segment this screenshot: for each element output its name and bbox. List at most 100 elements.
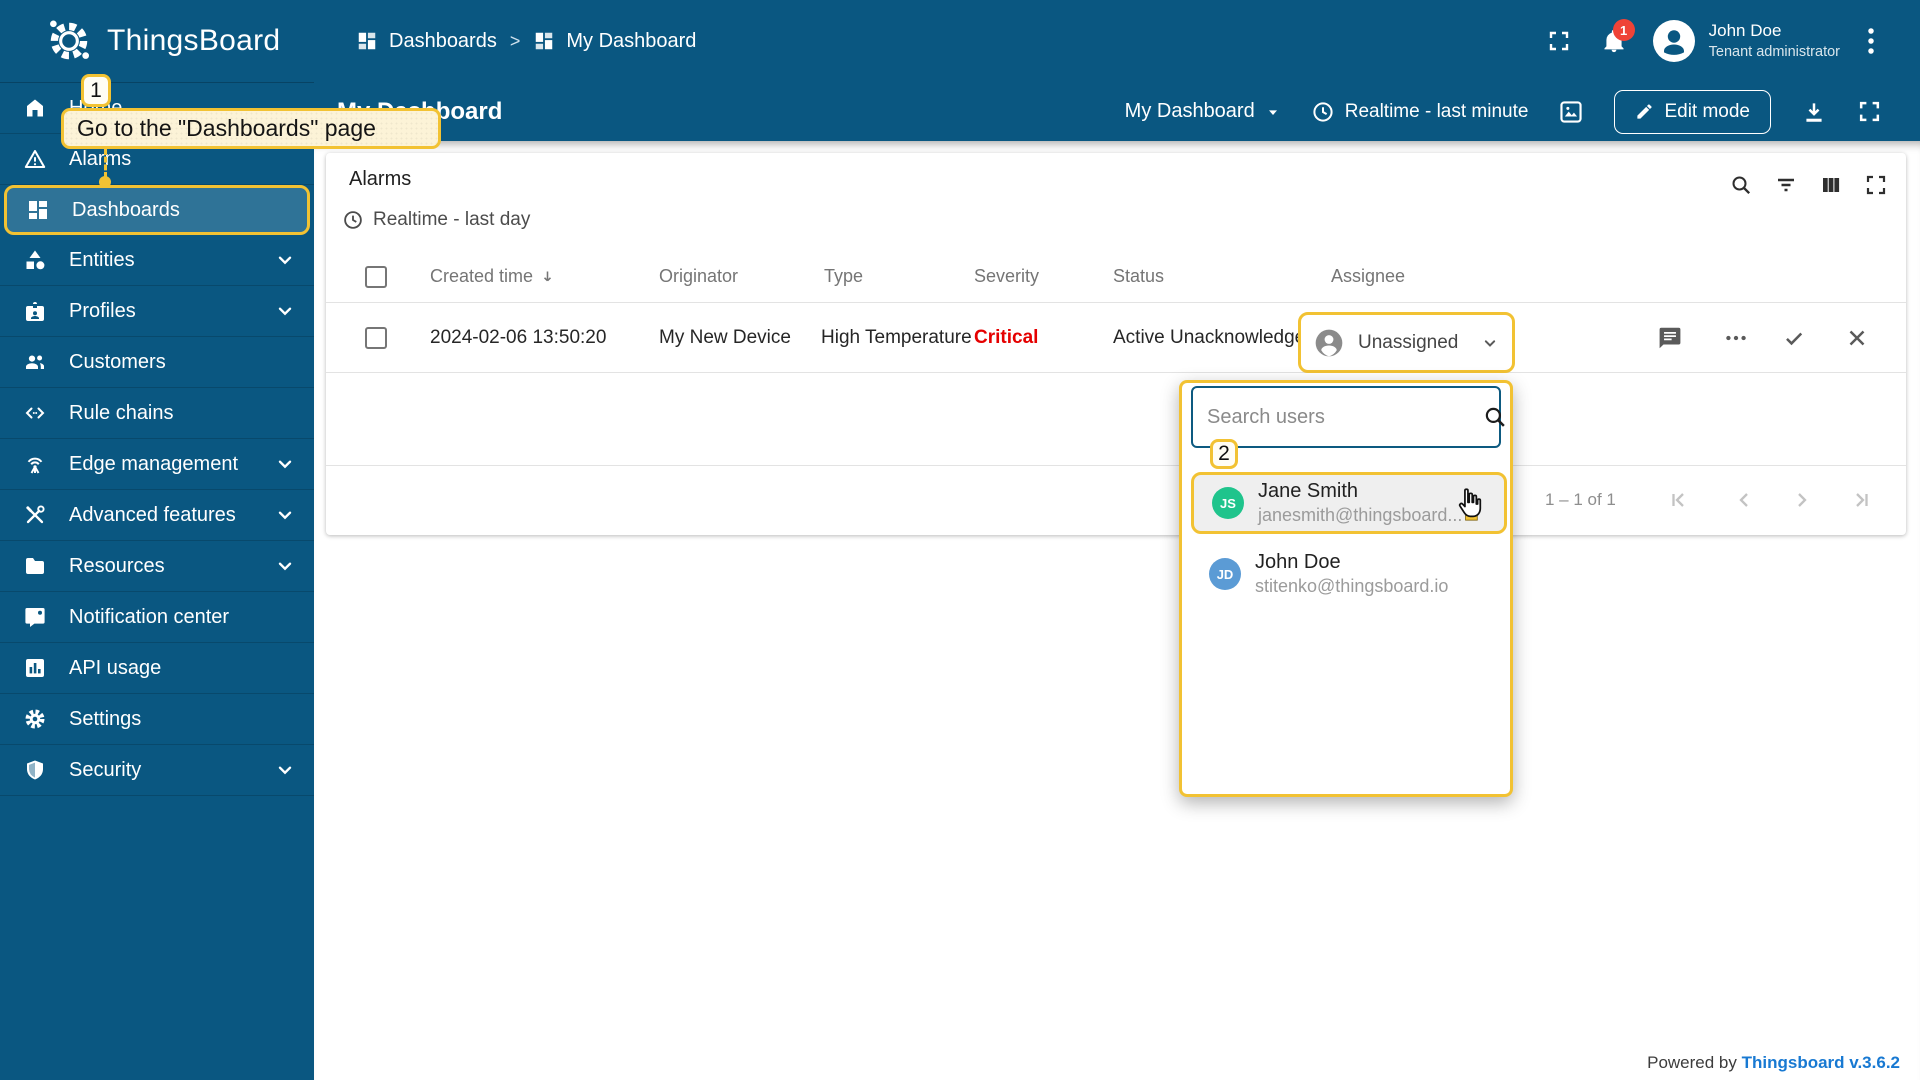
powered-by-text: Powered by: [1647, 1053, 1742, 1072]
fullscreen-icon[interactable]: [1547, 29, 1571, 53]
sidebar-item-customers[interactable]: Customers: [0, 337, 314, 388]
dashboard-grid-icon: [356, 30, 378, 52]
tutorial-connector-dot: [99, 176, 111, 188]
column-type[interactable]: Type: [824, 250, 863, 303]
sidebar-item-advanced-features[interactable]: Advanced features: [0, 490, 314, 541]
alarms-table-header: Created time Originator Type Severity St…: [326, 250, 1906, 303]
antenna-icon: [23, 452, 47, 476]
version-link[interactable]: Thingsboard v.3.6.2: [1742, 1053, 1900, 1072]
user-email: janesmith@thingsboard...: [1258, 504, 1462, 527]
sidebar-item-rule-chains[interactable]: Rule chains: [0, 388, 314, 439]
dashboard-content: Alarms Realtime - last day Created time …: [314, 141, 1920, 1080]
search-users-input[interactable]: [1193, 406, 1482, 429]
more-actions-icon[interactable]: [1723, 325, 1749, 351]
search-icon: [1482, 404, 1522, 430]
chevron-down-icon: [274, 555, 296, 577]
rule-chains-code-icon: [23, 401, 47, 425]
user-name: John Doe: [1709, 20, 1840, 43]
dashboard-grid-icon: [533, 30, 555, 52]
sidebar-item-settings[interactable]: Settings: [0, 694, 314, 745]
sidebar: Home Alarms Dashboards Entities Profiles…: [0, 82, 314, 1080]
sidebar-item-security[interactable]: Security: [0, 745, 314, 796]
gear-icon: [23, 707, 47, 731]
filter-icon[interactable]: [1774, 173, 1798, 197]
top-header: ThingsBoard Dashboards > My Dashboard 1: [0, 0, 1920, 82]
clock-icon: [1311, 100, 1335, 124]
pagination-range: 1 – 1 of 1: [1545, 465, 1616, 535]
shield-icon: [23, 758, 47, 782]
sidebar-item-notification-center[interactable]: Notification center: [0, 592, 314, 643]
select-all-checkbox[interactable]: [365, 266, 387, 288]
sidebar-item-resources[interactable]: Resources: [0, 541, 314, 592]
folder-icon: [23, 554, 47, 578]
acknowledge-check-icon[interactable]: [1781, 325, 1807, 351]
alarms-widget: Alarms Realtime - last day Created time …: [326, 153, 1906, 535]
last-page-icon[interactable]: [1850, 488, 1874, 512]
logo-text: ThingsBoard: [107, 24, 280, 58]
fullscreen-icon[interactable]: [1864, 173, 1888, 197]
table-bottom-divider: [326, 465, 1906, 466]
breadcrumb-dashboards[interactable]: Dashboards: [356, 30, 497, 53]
hand-cursor-icon: [1451, 485, 1489, 523]
breadcrumb-my-dashboard[interactable]: My Dashboard: [533, 30, 696, 53]
entities-shapes-icon: [23, 248, 47, 272]
footer: Powered by Thingsboard v.3.6.2: [1647, 1053, 1900, 1073]
clear-close-icon[interactable]: [1844, 325, 1870, 351]
sidebar-item-entities[interactable]: Entities: [0, 235, 314, 286]
column-originator[interactable]: Originator: [659, 250, 738, 303]
column-severity[interactable]: Severity: [974, 250, 1039, 303]
edit-mode-button[interactable]: Edit mode: [1614, 90, 1771, 134]
sidebar-item-api-usage[interactable]: API usage: [0, 643, 314, 694]
next-page-icon[interactable]: [1790, 488, 1814, 512]
dashboard-toolbar: My Dashboard My Dashboard Realtime - las…: [314, 82, 1920, 141]
search-icon[interactable]: [1729, 173, 1753, 197]
column-created-time[interactable]: Created time: [430, 266, 533, 287]
sort-desc-icon[interactable]: [539, 268, 556, 285]
column-assignee[interactable]: Assignee: [1331, 250, 1405, 303]
thingsboard-logo-icon: [44, 16, 94, 66]
tutorial-step-2-badge: 2: [1210, 439, 1238, 469]
breadcrumb: Dashboards > My Dashboard: [356, 0, 696, 82]
chevron-down-icon: [274, 300, 296, 322]
kebab-menu-icon[interactable]: [1864, 26, 1878, 56]
tutorial-step-1-badge: 1: [81, 74, 111, 107]
download-icon[interactable]: [1801, 99, 1827, 125]
user-option-john-doe[interactable]: JD John Doe stitenko@thingsboard.io: [1191, 543, 1507, 605]
chevron-down-icon: [274, 453, 296, 475]
profiles-badge-icon: [23, 299, 47, 323]
previous-page-icon[interactable]: [1732, 488, 1756, 512]
notifications-bell-icon[interactable]: 1: [1601, 28, 1627, 54]
toolbar-right-controls: My Dashboard Realtime - last minute Edit…: [1125, 82, 1882, 141]
timewindow-button[interactable]: Realtime - last minute: [1311, 100, 1529, 124]
chevron-down-icon: [274, 249, 296, 271]
column-status[interactable]: Status: [1113, 250, 1164, 303]
customers-people-icon: [23, 350, 47, 374]
dashboard-grid-icon: [26, 198, 50, 222]
thingsboard-logo[interactable]: ThingsBoard: [44, 0, 280, 82]
dashboard-select[interactable]: My Dashboard: [1125, 100, 1281, 123]
user-search-box[interactable]: [1191, 386, 1501, 448]
sidebar-item-dashboards[interactable]: Dashboards: [4, 185, 310, 235]
header-right-controls: 1 John Doe Tenant administrator: [1547, 0, 1878, 82]
tools-icon: [23, 503, 47, 527]
fullscreen-icon[interactable]: [1857, 99, 1882, 124]
chevron-down-icon: [274, 759, 296, 781]
sidebar-item-profiles[interactable]: Profiles: [0, 286, 314, 337]
tutorial-connector-line: [104, 149, 107, 178]
sidebar-item-edge-management[interactable]: Edge management: [0, 439, 314, 490]
user-info[interactable]: John Doe Tenant administrator: [1709, 20, 1840, 63]
first-page-icon[interactable]: [1666, 488, 1690, 512]
chart-icon: [23, 656, 47, 680]
home-icon: [23, 96, 47, 120]
widget-actions: [1729, 173, 1888, 197]
columns-icon[interactable]: [1819, 173, 1843, 197]
widget-timewindow[interactable]: Realtime - last day: [342, 209, 530, 231]
user-avatar[interactable]: [1653, 20, 1695, 62]
user-email: stitenko@thingsboard.io: [1255, 575, 1448, 598]
tutorial-step-1-tooltip: Go to the "Dashboards" page: [61, 108, 441, 149]
dashboard-image-icon[interactable]: [1558, 99, 1584, 125]
user-role: Tenant administrator: [1709, 43, 1840, 63]
comment-icon[interactable]: [1657, 325, 1683, 351]
avatar-john-doe: JD: [1209, 558, 1241, 590]
notification-count-badge: 1: [1613, 19, 1635, 41]
